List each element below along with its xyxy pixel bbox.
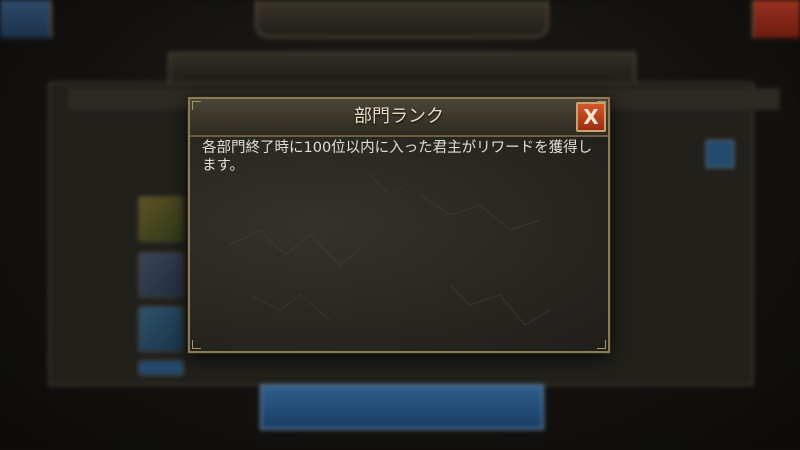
corner-ornament [597, 101, 606, 110]
corner-ornament [192, 101, 201, 110]
corner-ornament [192, 340, 201, 349]
dialog-title: 部門ランク [354, 106, 444, 127]
rank-info-dialog: 部門ランク X 各部門終了時に100位以内に入った君主がリワードを獲得します。 [188, 97, 610, 353]
corner-ornament [597, 340, 606, 349]
dialog-description: 各部門終了時に100位以内に入った君主がリワードを獲得します。 [202, 140, 593, 174]
